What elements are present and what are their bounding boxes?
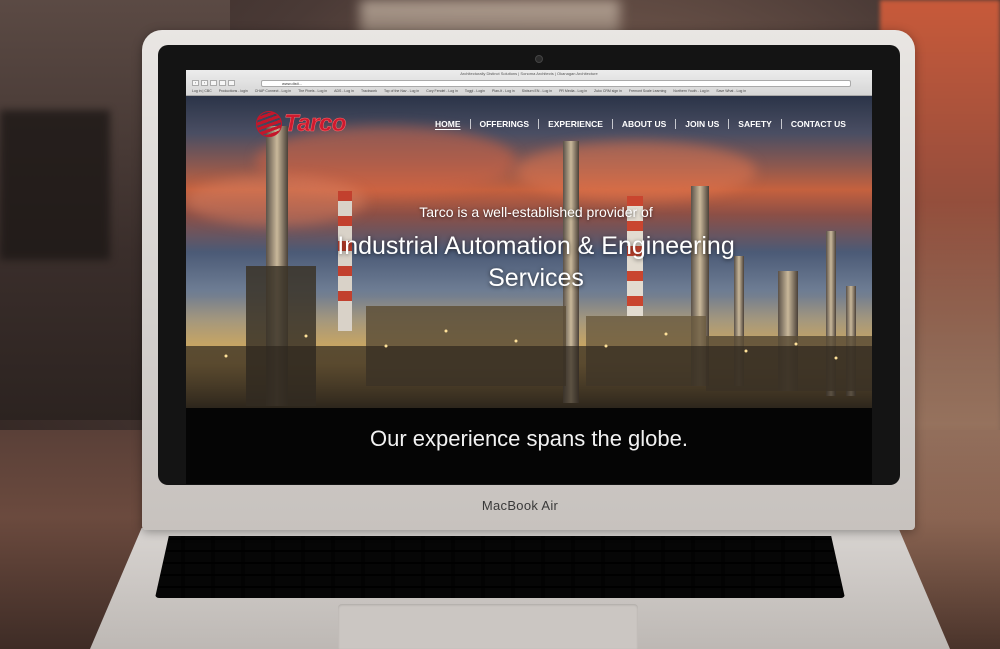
laptop-screen: Architecturally Distinct Solutions | Son… (186, 70, 872, 484)
laptop-keyboard (155, 536, 845, 598)
nav-safety[interactable]: SAFETY (729, 119, 782, 129)
browser-window-title: Architecturally Distinct Solutions | Son… (460, 71, 598, 76)
nav-join-us[interactable]: JOIN US (676, 119, 730, 129)
webcam-icon (535, 55, 543, 63)
bookmark-item[interactable]: CHAP Connect - Log in (255, 89, 291, 95)
bookmark-item[interactable]: Plan-It - Log in (492, 89, 515, 95)
main-navigation: HOME OFFERINGS EXPERIENCE ABOUT US JOIN … (426, 119, 855, 129)
nav-experience[interactable]: EXPERIENCE (539, 119, 613, 129)
bookmark-item[interactable]: Cory Fendel - Log in (426, 89, 458, 95)
nav-home[interactable]: HOME (426, 119, 471, 129)
nav-about-us[interactable]: ABOUT US (613, 119, 677, 129)
hero-title: Industrial Automation & Engineering Serv… (286, 230, 786, 294)
bookmark-item[interactable]: Productions - login (219, 89, 248, 95)
url-bar[interactable]: www.disti... (261, 80, 851, 87)
laptop-trackpad (338, 604, 638, 649)
bookmark-item[interactable]: Sixburn EN - Log in (522, 89, 552, 95)
nav-contact-us[interactable]: CONTACT US (782, 119, 855, 129)
bookmark-item[interactable]: Northern Youth - Log in (673, 89, 709, 95)
bookmark-item[interactable]: Trackwork (361, 89, 377, 95)
sidebar-icon[interactable] (210, 80, 217, 86)
browser-nav-buttons: ‹ › (192, 80, 235, 86)
tarco-logo[interactable]: Tarco (256, 110, 347, 138)
hero-section: Tarco HOME OFFERINGS EXPERIENCE ABOUT US… (186, 96, 872, 408)
device-brand-label: MacBook Air (481, 498, 559, 513)
bookmark-item[interactable]: ADS - Log in (334, 89, 354, 95)
experience-tagline: Our experience spans the globe. (370, 426, 688, 451)
share-icon[interactable] (219, 80, 226, 86)
hero-subtitle: Tarco is a well-established provider of (419, 204, 653, 220)
background-shelf (0, 110, 110, 260)
bookmark-item[interactable]: Log in | CBC (192, 89, 212, 95)
hero-title-line-1: Industrial Automation & Engineering (337, 232, 735, 260)
back-arrow-icon[interactable]: ‹ (192, 80, 199, 86)
bookmark-item[interactable]: Top of the Nav - Log in (384, 89, 419, 95)
forward-arrow-icon[interactable]: › (201, 80, 208, 86)
experience-band: Our experience spans the globe. (186, 408, 872, 484)
nav-offerings[interactable]: OFFERINGS (471, 119, 540, 129)
logo-globe-icon (256, 111, 282, 137)
bookmarks-bar: Log in | CBC Productions - login CHAP Conn… (192, 89, 872, 95)
bookmark-item[interactable]: Fremont Scale Learning (629, 89, 666, 95)
hero-title-line-2: Services (488, 264, 584, 292)
bookmark-item[interactable]: PR Media - Log in (559, 89, 587, 95)
bookmark-icon[interactable] (228, 80, 235, 86)
bookmark-item[interactable]: Toggl - Login (465, 89, 485, 95)
bookmark-item[interactable]: The Pixels - Log in (298, 89, 327, 95)
bookmark-item[interactable]: Save What - Log in (716, 89, 746, 95)
bookmark-item[interactable]: Zuko CRM sign in (594, 89, 622, 95)
logo-text: Tarco (284, 110, 347, 138)
browser-toolbar: Architecturally Distinct Solutions | Son… (186, 70, 872, 96)
